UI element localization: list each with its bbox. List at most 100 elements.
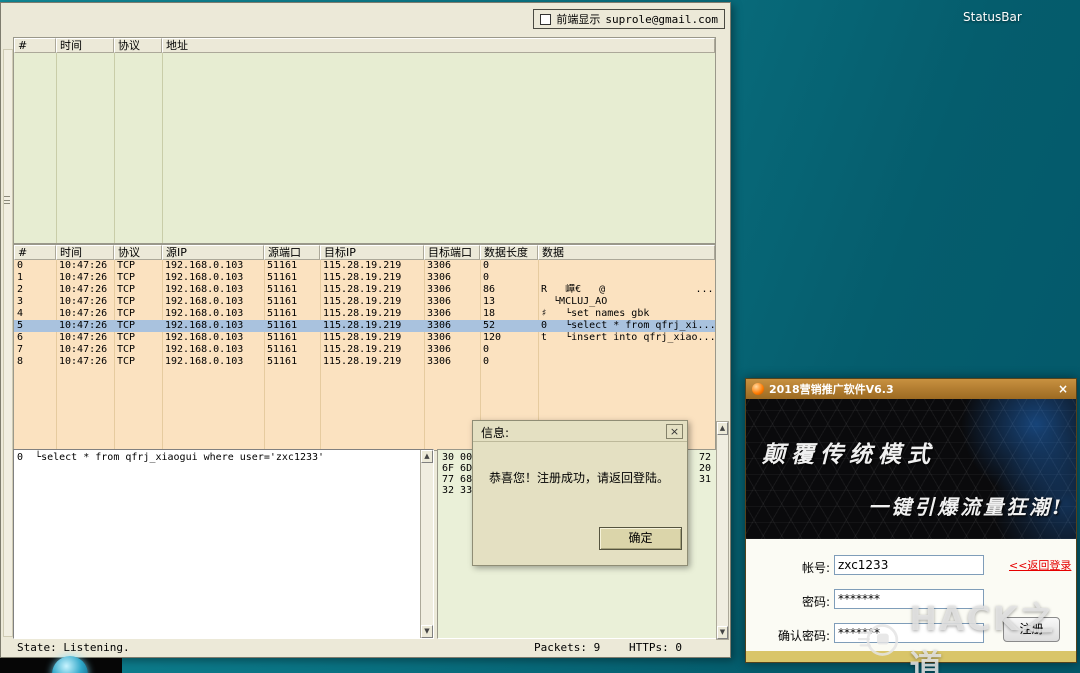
account-field[interactable] (834, 555, 984, 575)
app-logo-icon (752, 383, 764, 395)
column-header-src-port[interactable]: 源端口 (264, 245, 320, 260)
packet-cell: 3306 (427, 332, 452, 343)
packet-cell: 115.28.19.219 (323, 272, 402, 283)
hex-line: 31 (698, 474, 711, 485)
packet-cell: 8 (17, 356, 24, 367)
packet-cell: 5 (17, 320, 24, 331)
info-dialog-titlebar[interactable]: 信息: × (473, 421, 687, 442)
hex-bytes-right: 72 20 31 (699, 452, 711, 485)
back-to-login-link[interactable]: <<返回登录 (1009, 557, 1071, 573)
packet-cell: 51161 (267, 320, 298, 331)
packet-cell: 51161 (267, 272, 298, 283)
connection-table: # 时间 协议 地址 (13, 37, 716, 244)
column-header-dst-port[interactable]: 目标端口 (424, 245, 480, 260)
packet-cell: TCP (117, 344, 136, 355)
packet-cell: 4 (17, 308, 24, 319)
packet-cell: 86 (483, 284, 496, 295)
packet-row[interactable]: 8 10:47:26 TCP 192.168.0.103 51161 115.28.19.… (14, 356, 715, 368)
packet-cell: TCP (117, 320, 136, 331)
splitter-grip-icon[interactable] (4, 196, 10, 204)
connection-table-header: # 时间 协议 地址 (14, 38, 715, 53)
packet-cell: 192.168.0.103 (165, 308, 244, 319)
packet-cell: 3306 (427, 344, 452, 355)
packet-cell: 0 └select * from qfrj_xi... (541, 320, 715, 331)
packet-cell: 51161 (267, 332, 298, 343)
close-icon[interactable]: × (1056, 382, 1070, 396)
packet-cell: 0 (17, 260, 24, 271)
left-scroll-strip[interactable] (3, 49, 13, 637)
desktop: StatusBar 前端显示 suprole@gmail.com # 时间 协议… (0, 0, 1080, 673)
packet-cell: 3306 (427, 284, 452, 295)
password-field[interactable] (834, 589, 984, 609)
banner-slogan-1: 颠覆传统模式 (762, 441, 936, 468)
packet-row[interactable]: 2 10:47:26 TCP 192.168.0.103 51161 115.28.19.… (14, 284, 715, 296)
connection-table-body[interactable] (14, 53, 715, 243)
hex-line: 72 (698, 452, 711, 463)
packet-detail-textbox[interactable]: 0 └select * from qfrj_xiaogui where user… (13, 449, 434, 639)
desktop-statusbar-label: StatusBar (963, 10, 1022, 24)
packet-cell: 51161 (267, 284, 298, 295)
column-header-index[interactable]: # (14, 38, 56, 53)
column-header-time[interactable]: 时间 (56, 38, 114, 53)
column-header-protocol[interactable]: 协议 (114, 245, 162, 260)
packet-cell: 192.168.0.103 (165, 284, 244, 295)
packet-row[interactable]: 3 10:47:26 TCP 192.168.0.103 51161 115.28.19.… (14, 296, 715, 308)
packet-cell: 115.28.19.219 (323, 344, 402, 355)
packet-cell: 2 (17, 284, 24, 295)
column-header-data-length[interactable]: 数据长度 (480, 245, 538, 260)
packet-cell: 0 (483, 356, 490, 367)
packet-cell: TCP (117, 332, 136, 343)
packet-cell: 115.28.19.219 (323, 308, 402, 319)
scroll-up-icon[interactable]: ▲ (421, 450, 433, 463)
packet-cell: 3306 (427, 272, 452, 283)
packet-cell (538, 356, 715, 368)
packet-row[interactable]: 7 10:47:26 TCP 192.168.0.103 51161 115.28.19.… (14, 344, 715, 356)
packet-cell: R 嶂€ @ ... (541, 284, 714, 295)
register-button[interactable]: 注册 (1003, 617, 1060, 642)
column-header-index[interactable]: # (14, 245, 56, 260)
packet-cell: 7 (17, 344, 24, 355)
scroll-up-icon[interactable]: ▲ (717, 422, 728, 435)
packet-cell: 10:47:26 (59, 332, 108, 343)
packet-row[interactable]: 1 10:47:26 TCP 192.168.0.103 51161 115.28.19.… (14, 272, 715, 284)
detail-scrollbar[interactable]: ▲ ▼ (420, 450, 433, 638)
packet-cell: 51161 (267, 344, 298, 355)
packet-cell: TCP (117, 296, 136, 307)
packet-cell: TCP (117, 284, 136, 295)
ok-button[interactable]: 确定 (599, 527, 682, 550)
packet-cell: 10:47:26 (59, 356, 108, 367)
packet-cell: t └insert into qfrj_xiao... (541, 332, 715, 343)
packet-row[interactable]: 6 10:47:26 TCP 192.168.0.103 51161 115.28.19.… (14, 332, 715, 344)
column-header-time[interactable]: 时间 (56, 245, 114, 260)
column-header-data[interactable]: 数据 (538, 245, 715, 260)
close-icon[interactable]: × (666, 424, 683, 439)
packet-row-selected[interactable]: 5 10:47:26 TCP 192.168.0.103 51161 115.28.19.… (14, 320, 715, 332)
packet-row[interactable]: 0 10:47:26 TCP 192.168.0.103 51161 115.28.19.… (14, 260, 715, 272)
packet-cell: 6 (17, 332, 24, 343)
confirm-password-field[interactable] (834, 623, 984, 643)
sniffer-statusbar: State: Listening. Packets: 9 HTTPs: 0 (3, 639, 728, 655)
packet-cell: TCP (117, 260, 136, 271)
column-header-protocol[interactable]: 协议 (114, 38, 162, 53)
column-header-address[interactable]: 地址 (162, 38, 715, 53)
front-display-checkbox[interactable] (540, 13, 552, 25)
packet-cell: 0 (483, 344, 490, 355)
hex-panel-scrollbar[interactable]: ▲ ▼ (716, 421, 729, 640)
info-dialog-title: 信息: (481, 426, 510, 440)
packet-cell: 10:47:26 (59, 308, 108, 319)
scroll-down-icon[interactable]: ▼ (717, 626, 728, 639)
packet-cell: 3306 (427, 308, 452, 319)
info-dialog-message: 恭喜您！注册成功，请返回登陆。 (489, 471, 670, 485)
column-header-src-ip[interactable]: 源IP (162, 245, 264, 260)
front-display-group: 前端显示 suprole@gmail.com (533, 9, 725, 29)
packet-cell: 3306 (427, 320, 452, 331)
packet-cell: 115.28.19.219 (323, 284, 402, 295)
packet-cell: 10:47:26 (59, 296, 108, 307)
packet-cell: TCP (117, 356, 136, 367)
packets-count-text: Packets: 9 (534, 641, 601, 654)
register-titlebar[interactable]: 2018营销推广软件V6.3 × (746, 379, 1076, 399)
packet-cell: 115.28.19.219 (323, 320, 402, 331)
column-header-dst-ip[interactable]: 目标IP (320, 245, 424, 260)
packet-row[interactable]: 4 10:47:26 TCP 192.168.0.103 51161 115.28.19.… (14, 308, 715, 320)
scroll-down-icon[interactable]: ▼ (421, 625, 433, 638)
